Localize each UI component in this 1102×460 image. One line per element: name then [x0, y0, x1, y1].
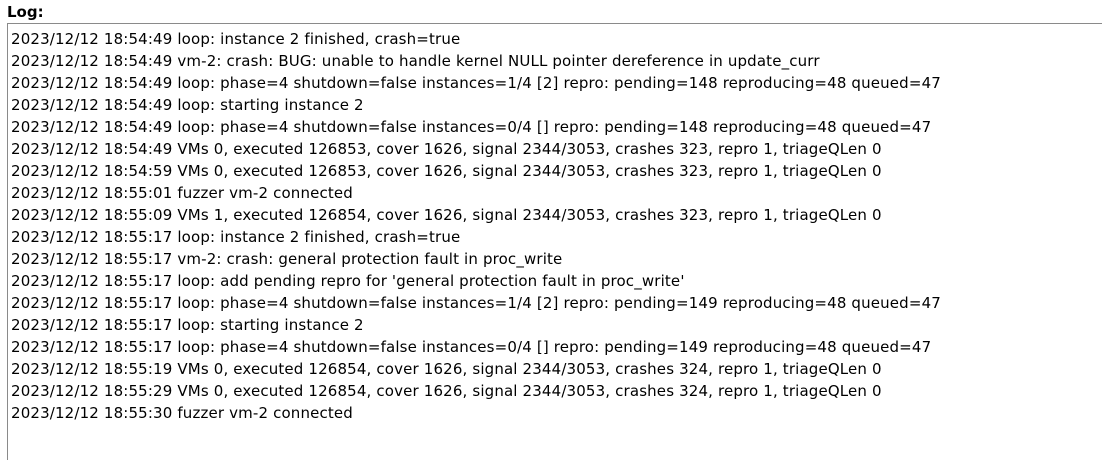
- log-line: 2023/12/12 18:54:59 VMs 0, executed 1268…: [11, 162, 882, 180]
- log-line: 2023/12/12 18:55:17 loop: phase=4 shutdo…: [11, 294, 941, 312]
- log-line: 2023/12/12 18:55:29 VMs 0, executed 1268…: [11, 382, 882, 400]
- log-line: 2023/12/12 18:55:17 loop: instance 2 fin…: [11, 228, 461, 246]
- log-line: 2023/12/12 18:55:30 fuzzer vm-2 connecte…: [11, 404, 353, 422]
- log-line: 2023/12/12 18:55:17 loop: phase=4 shutdo…: [11, 338, 932, 356]
- log-line: 2023/12/12 18:54:49 loop: instance 2 fin…: [11, 30, 461, 48]
- log-line: 2023/12/12 18:55:09 VMs 1, executed 1268…: [11, 206, 882, 224]
- log-heading: Log:: [7, 3, 44, 21]
- log-line: 2023/12/12 18:55:17 vm-2: crash: general…: [11, 250, 563, 268]
- log-line: 2023/12/12 18:54:49 vm-2: crash: BUG: un…: [11, 52, 820, 70]
- log-line: 2023/12/12 18:54:49 VMs 0, executed 1268…: [11, 140, 882, 158]
- log-lines: 2023/12/12 18:54:49 loop: instance 2 fin…: [11, 28, 941, 424]
- log-line: 2023/12/12 18:55:01 fuzzer vm-2 connecte…: [11, 184, 353, 202]
- log-line: 2023/12/12 18:54:49 loop: starting insta…: [11, 96, 364, 114]
- log-line: 2023/12/12 18:55:19 VMs 0, executed 1268…: [11, 360, 882, 378]
- log-line: 2023/12/12 18:55:17 loop: starting insta…: [11, 316, 364, 334]
- log-line: 2023/12/12 18:54:49 loop: phase=4 shutdo…: [11, 118, 932, 136]
- log-textarea[interactable]: 2023/12/12 18:54:49 loop: instance 2 fin…: [7, 23, 1102, 460]
- log-line: 2023/12/12 18:55:17 loop: add pending re…: [11, 272, 685, 290]
- log-line: 2023/12/12 18:54:49 loop: phase=4 shutdo…: [11, 74, 941, 92]
